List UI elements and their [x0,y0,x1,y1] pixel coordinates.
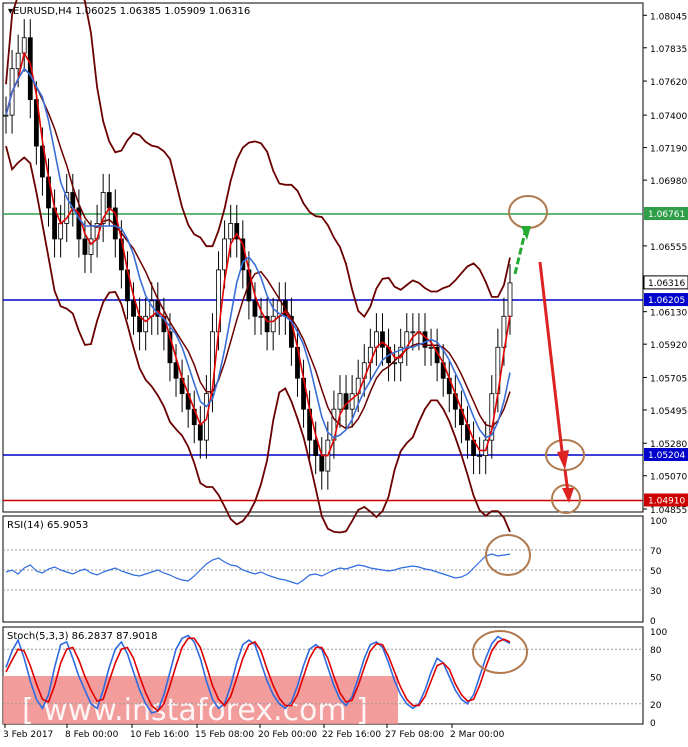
candle-body [258,315,264,318]
indicator-tick-label: 0 [650,719,656,729]
candle-body [143,315,149,333]
indicator-tick-label: 30 [650,587,662,597]
indicator-tick-label: 100 [650,628,667,638]
level-label: 1.06761 [648,210,685,220]
indicator-tick-label: 100 [650,517,667,527]
time-tick-label: 8 Feb 00:00 [65,730,119,740]
price-tick-label: 1.07190 [650,145,687,155]
candle-body [337,393,343,410]
indicator-tick-label: 0 [650,617,656,627]
price-tick-label: 1.07400 [650,112,687,122]
chart-window: [ www.instaforex.com ] 1.08045 1.07835 1.0… [0,0,688,743]
price-tick-label: 1.08045 [650,12,687,22]
candle-body [374,331,379,348]
price-tick-label: 1.07620 [650,78,687,88]
candle-body [82,238,88,255]
candle-body [197,424,203,441]
price-tick-label: 1.05920 [650,341,687,351]
candle-body [349,393,355,410]
time-tick-label: 2 Mar 00:00 [450,730,505,740]
candle-body [507,282,513,317]
watermark-text: [ www.instaforex.com ] [22,693,368,728]
candle-body [477,455,483,458]
price-axis-ticks: 1.08045 1.07835 1.07620 1.07400 1.07190 1.069… [643,12,688,516]
price-tick-label: 1.06555 [650,243,687,253]
price-tick-label: 1.07835 [650,45,687,55]
price-tick-label: 1.05070 [650,473,687,483]
candle-body [410,331,416,334]
time-tick-label: 22 Feb 16:00 [322,730,381,740]
indicator-tick-label: 50 [650,674,662,684]
price-panel-frame [2,2,644,513]
indicator-tick-label: 50 [650,567,662,577]
candle-body [319,455,325,472]
level-label: 1.06205 [648,296,685,306]
candle-body [106,192,112,209]
price-tick-label: 1.04855 [650,506,687,516]
level-label: 1.04910 [648,496,685,506]
time-tick-label: 20 Feb 00:00 [258,730,317,740]
chart-svg: [ www.instaforex.com ] 1.080451.078351.0… [2,0,688,740]
indicator-tick-label: 70 [650,547,662,557]
rsi-panel-frame [2,515,644,623]
time-tick-label: 27 Feb 08:00 [385,730,444,740]
candle-body [21,37,27,54]
candle-body [58,223,64,240]
current-price-label: 1.06316 [648,279,685,289]
candle-body [270,315,276,333]
candle-body [428,346,434,349]
candle-body [15,52,21,70]
time-tick-label: 15 Feb 08:00 [195,730,254,740]
price-tick-label: 1.05495 [650,407,687,417]
level-label: 1.05204 [648,451,685,461]
price-tick-label: 1.05705 [650,374,687,384]
time-tick-label: 10 Feb 16:00 [130,730,189,740]
candle-body [252,300,258,317]
time-tick-label: 3 Feb 2017 [3,730,53,740]
candle-body [222,238,228,271]
symbol-label: ▾EURUSD,H4 1.06025 1.06385 1.05909 1.063… [8,6,250,17]
indicator-tick-label: 20 [650,701,662,711]
price-tick-label: 1.06130 [650,309,687,319]
indicator-tick-label: 80 [650,646,662,656]
price-tick-label: 1.06980 [650,177,687,187]
stoch-title: Stoch(5,3,3) 86.2837 87.9018 [7,631,158,642]
candle-body [3,114,9,117]
rsi-title: RSI(14) 65.9053 [7,520,88,531]
candle-body [380,331,385,348]
candle-body [228,223,234,240]
candle-body [137,315,142,333]
